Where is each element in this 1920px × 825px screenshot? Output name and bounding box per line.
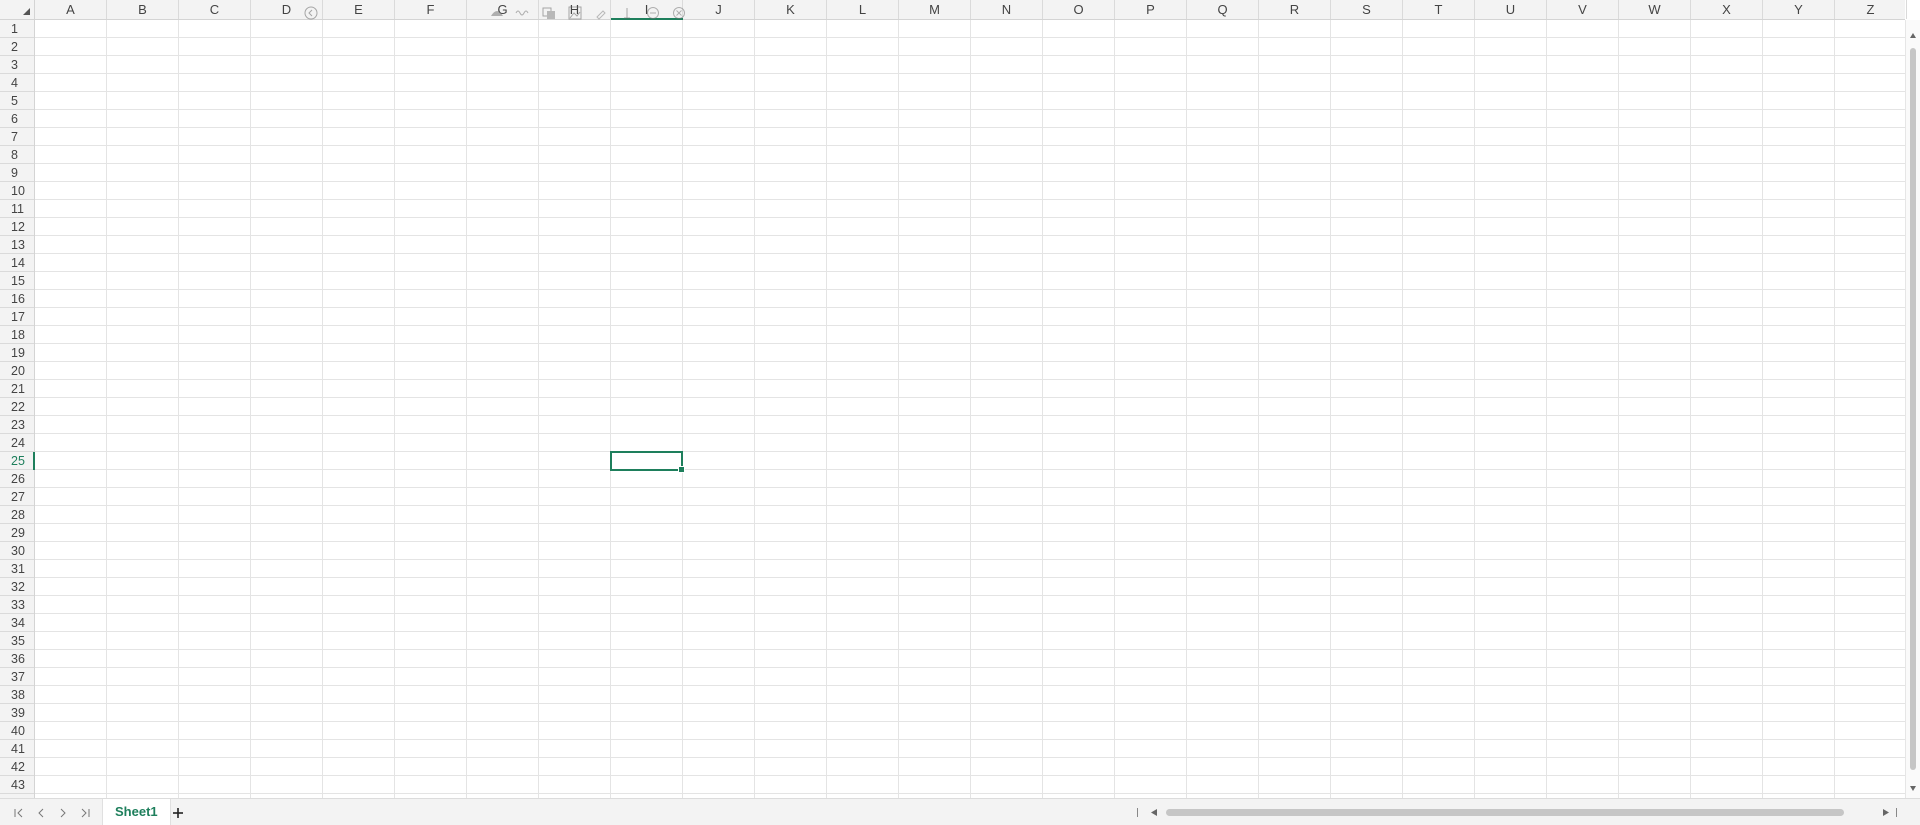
row-header-4[interactable]: 4 [0,74,34,92]
vertical-scroll-thumb[interactable] [1910,48,1916,770]
copy-icon[interactable] [538,4,560,22]
column-header-b[interactable]: B [107,0,179,19]
row-header-31[interactable]: 31 [0,560,34,578]
row-header-38[interactable]: 38 [0,686,34,704]
column-header-t[interactable]: T [1403,0,1475,19]
scroll-up-icon[interactable] [1909,32,1917,40]
row-header-21[interactable]: 21 [0,380,34,398]
row-header-13[interactable]: 13 [0,236,34,254]
prev-sheet-icon[interactable] [34,806,48,820]
scroll-left-icon[interactable] [1150,808,1158,817]
row-header-43[interactable]: 43 [0,776,34,794]
row-header-28[interactable]: 28 [0,506,34,524]
column-header-z[interactable]: Z [1835,0,1907,19]
column-header-c[interactable]: C [179,0,251,19]
row-header-16[interactable]: 16 [0,290,34,308]
select-all-corner[interactable] [0,0,35,20]
row-header-29[interactable]: 29 [0,524,34,542]
image-icon[interactable] [564,4,586,22]
row-header-26[interactable]: 26 [0,470,34,488]
row-header-2[interactable]: 2 [0,38,34,56]
column-header-y[interactable]: Y [1763,0,1835,19]
row-header-5[interactable]: 5 [0,92,34,110]
first-sheet-icon[interactable] [12,806,26,820]
row-header-22[interactable]: 22 [0,398,34,416]
column-header-k[interactable]: K [755,0,827,19]
text-icon[interactable] [616,4,638,22]
row-header-34[interactable]: 34 [0,614,34,632]
scrollbar-separator [1137,808,1138,817]
row-header-41[interactable]: 41 [0,740,34,758]
fill-handle[interactable] [678,466,685,473]
horizontal-scrollbar[interactable] [1132,806,1902,819]
column-header-v[interactable]: V [1547,0,1619,19]
row-header-33[interactable]: 33 [0,596,34,614]
row-header-36[interactable]: 36 [0,650,34,668]
row-header-15[interactable]: 15 [0,272,34,290]
row-header-19[interactable]: 19 [0,344,34,362]
column-header-n[interactable]: N [971,0,1043,19]
row-header-11[interactable]: 11 [0,200,34,218]
row-header-30[interactable]: 30 [0,542,34,560]
column-header-p[interactable]: P [1115,0,1187,19]
row-header-40[interactable]: 40 [0,722,34,740]
column-header-q[interactable]: Q [1187,0,1259,19]
row-header-column: 1 2 3 4 5 6 7 8 9 10 11 12 13 14 15 16 17 18 19 20 21 22 23 24 2… [0,20,35,798]
row-header-35[interactable]: 35 [0,632,34,650]
row-header-1[interactable]: 1 [0,20,34,38]
row-header-3[interactable]: 3 [0,56,34,74]
cell-grid[interactable] [35,20,1905,798]
selected-cell[interactable] [610,451,685,473]
next-sheet-icon[interactable] [56,806,70,820]
brush-icon[interactable] [486,4,508,22]
row-header-23[interactable]: 23 [0,416,34,434]
sheet-tab-sheet1[interactable]: Sheet1 [102,799,171,825]
row-header-20[interactable]: 20 [0,362,34,380]
row-header-25[interactable]: 25 [0,452,34,470]
add-sheet-icon[interactable] [170,805,186,821]
scroll-down-icon[interactable] [1909,784,1917,792]
column-header-o[interactable]: O [1043,0,1115,19]
row-header-39[interactable]: 39 [0,704,34,722]
column-header-m[interactable]: M [899,0,971,19]
column-header-u[interactable]: U [1475,0,1547,19]
scrollbar-separator [1896,808,1897,817]
row-header-37[interactable]: 37 [0,668,34,686]
pin-icon[interactable] [590,4,612,22]
vertical-scrollbar[interactable] [1905,20,1920,798]
minus-circle-icon[interactable] [642,4,664,22]
row-header-18[interactable]: 18 [0,326,34,344]
row-header-42[interactable]: 42 [0,758,34,776]
row-header-12[interactable]: 12 [0,218,34,236]
close-circle-icon[interactable] [668,4,690,22]
column-header-x[interactable]: X [1691,0,1763,19]
column-header-a[interactable]: A [35,0,107,19]
active-row-indicator [33,452,35,470]
row-header-6[interactable]: 6 [0,110,34,128]
select-all-icon [23,8,30,15]
row-header-8[interactable]: 8 [0,146,34,164]
row-header-27[interactable]: 27 [0,488,34,506]
row-header-17[interactable]: 17 [0,308,34,326]
row-header-10[interactable]: 10 [0,182,34,200]
horizontal-scroll-thumb[interactable] [1166,809,1844,816]
undo-icon[interactable] [300,4,322,22]
floating-toolbar [300,3,694,23]
last-sheet-icon[interactable] [78,806,92,820]
spreadsheet-area: ABCDEFGHIJKLMNOPQRSTUVWXYZ 1 2 3 4 5 6 7 8 9 10 11… [0,0,1920,798]
row-header-14[interactable]: 14 [0,254,34,272]
column-header-w[interactable]: W [1619,0,1691,19]
column-header-s[interactable]: S [1331,0,1403,19]
sheet-tab-bar: Sheet1 [0,798,1920,825]
wave-icon[interactable] [512,4,534,22]
row-header-32[interactable]: 32 [0,578,34,596]
scroll-right-icon[interactable] [1882,808,1890,817]
column-header-r[interactable]: R [1259,0,1331,19]
row-header-9[interactable]: 9 [0,164,34,182]
column-header-l[interactable]: L [827,0,899,19]
row-header-7[interactable]: 7 [0,128,34,146]
row-header-24[interactable]: 24 [0,434,34,452]
